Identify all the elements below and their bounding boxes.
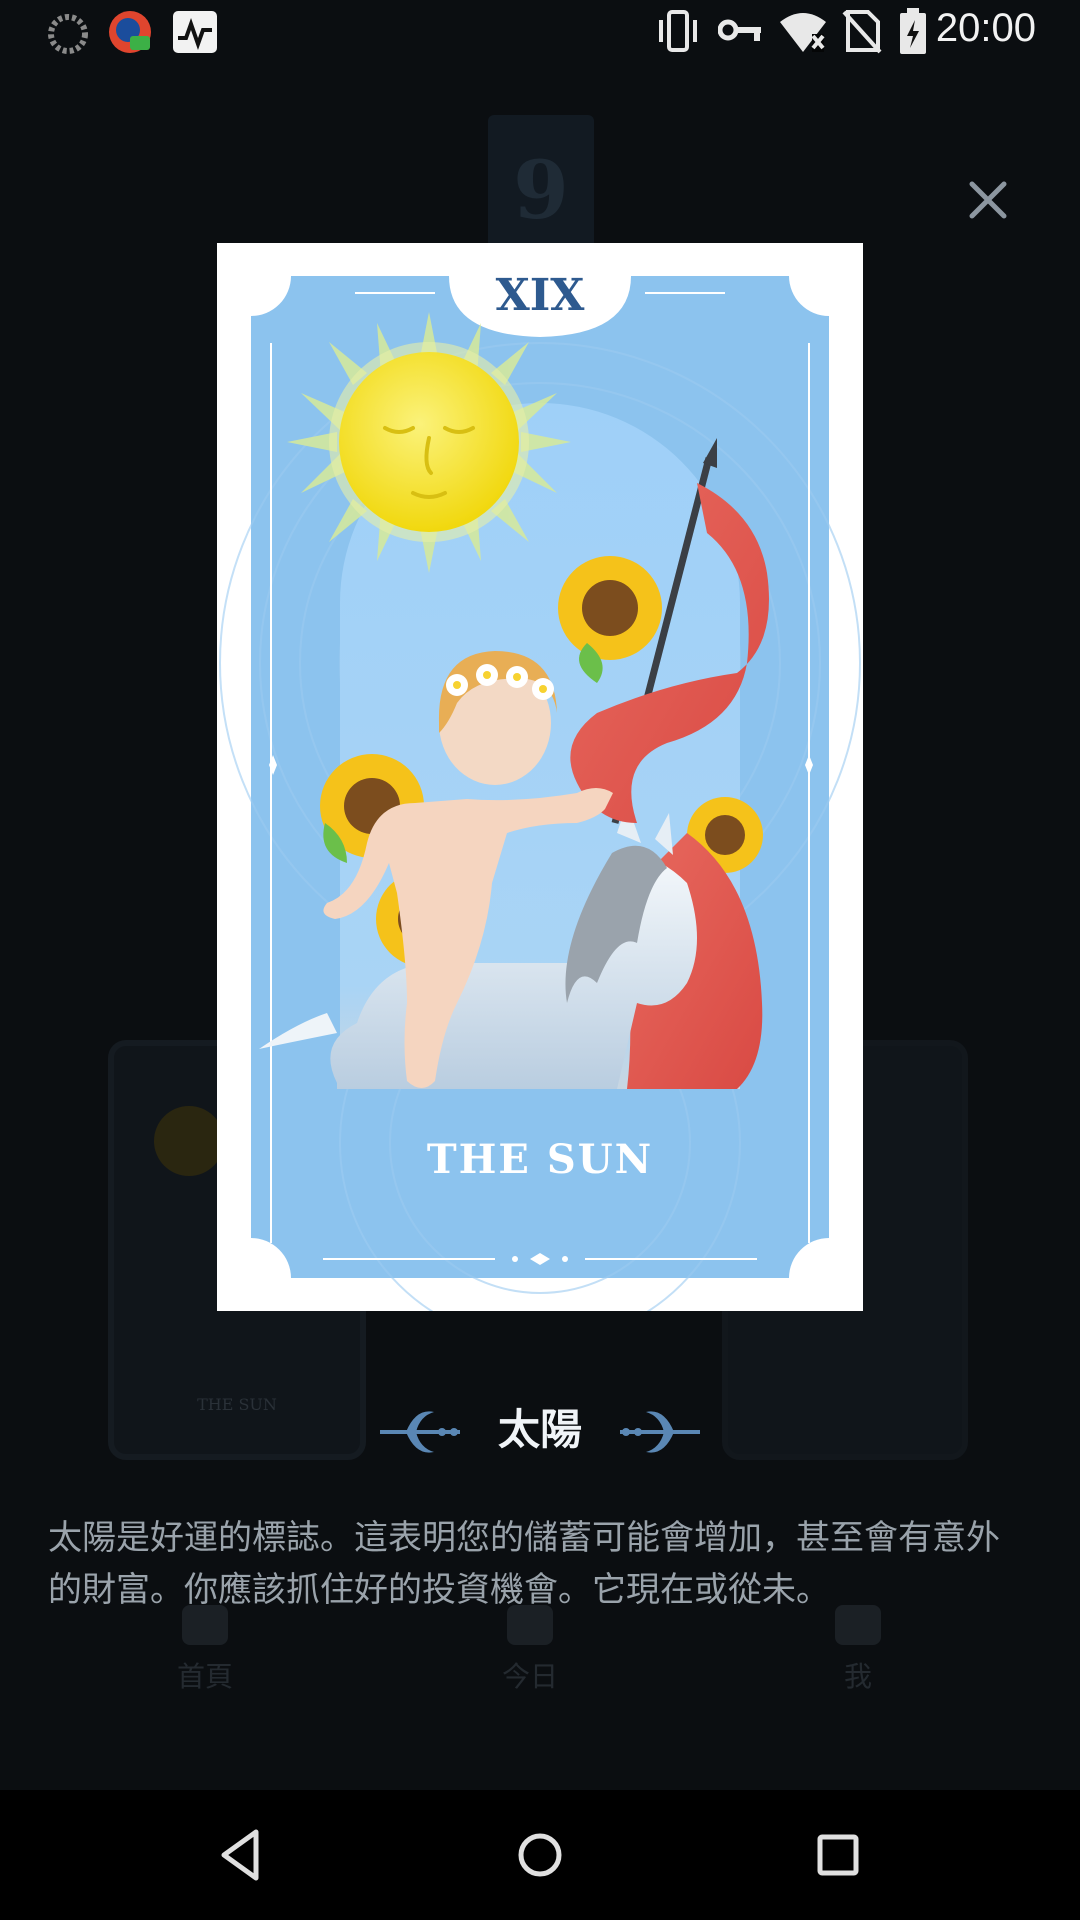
no-sim-icon [842, 10, 882, 54]
battery-charging-icon [900, 8, 926, 54]
tarot-card-artwork: XIX THE SUN [217, 243, 863, 1311]
background-bottom-nav: 首頁 今日 我 [0, 1605, 1080, 1695]
home-icon[interactable] [505, 1820, 575, 1890]
tarot-card[interactable]: XIX THE SUN [217, 243, 863, 1311]
background-nav-today-label: 今日 [501, 1660, 558, 1693]
background-nav-me-label: 我 [843, 1660, 872, 1693]
background-nav-home: 首頁 [145, 1605, 265, 1695]
background-nav-home-label: 首頁 [176, 1660, 233, 1693]
right-ornament-icon [620, 1411, 700, 1453]
card-numeral: XIX [496, 270, 586, 321]
activity-monitor-icon [173, 11, 217, 53]
recents-icon[interactable] [803, 1820, 873, 1890]
card-title-row: 太陽 [0, 1390, 1080, 1470]
status-time: 20:00 [935, 6, 1036, 50]
close-icon[interactable] [958, 170, 1018, 230]
background-sun-icon [154, 1106, 224, 1176]
card-description: 太陽是好運的標誌。這表明您的儲蓄可能會增加，甚至會有意外的財富。你應該抓住好的投… [48, 1518, 1000, 1610]
background-nav-me: 我 [798, 1605, 918, 1695]
background-day-number: 9 [513, 143, 569, 237]
card-name: THE SUN [427, 1136, 653, 1183]
vpn-app-icon [109, 11, 151, 53]
background-nav-today: 今日 [470, 1605, 590, 1695]
status-bar: 20:00 [0, 0, 1080, 64]
key-icon [718, 19, 761, 41]
card-title: 太陽 [497, 1405, 582, 1454]
navigation-bar [0, 1790, 1080, 1920]
back-icon[interactable] [206, 1820, 276, 1890]
wifi-off-icon [780, 13, 826, 52]
vibrate-icon [659, 10, 697, 52]
loading-icon [48, 14, 88, 54]
